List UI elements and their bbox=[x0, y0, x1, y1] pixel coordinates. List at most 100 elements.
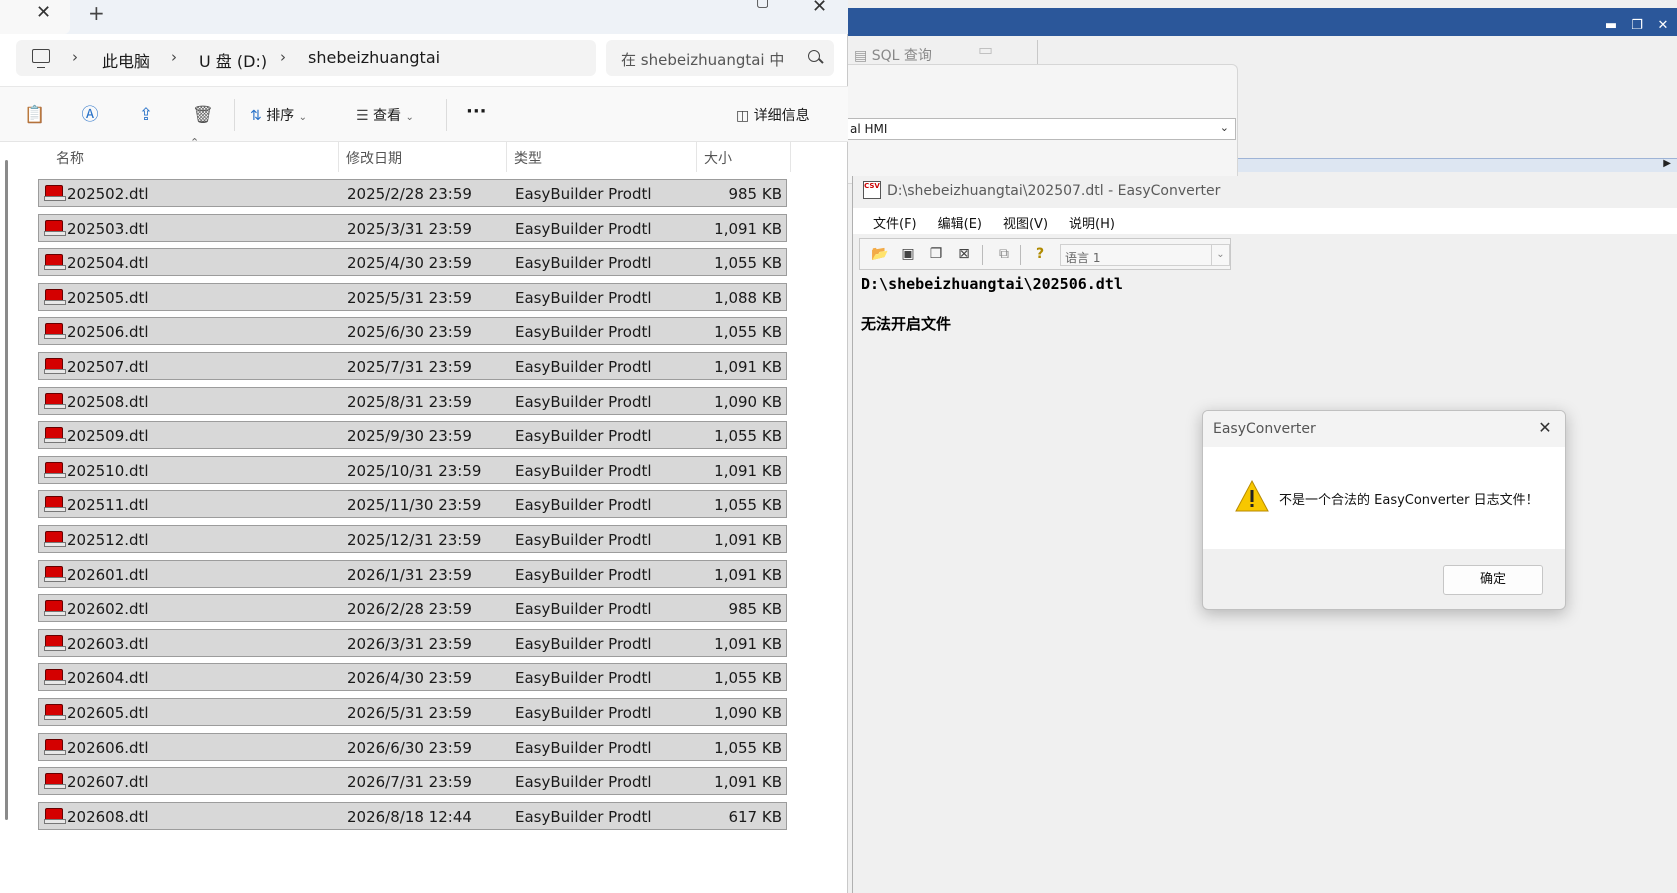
window-close-icon[interactable]: ✕ bbox=[812, 0, 827, 17]
file-type: EasyBuilder Prodtl bbox=[515, 427, 652, 446]
ok-button[interactable]: 确定 bbox=[1443, 565, 1543, 595]
file-row[interactable]: 202606.dtl 2026/6/30 23:59 EasyBuilder Pro… bbox=[38, 732, 787, 761]
view-button[interactable]: ☰ 查看 ⌄ bbox=[356, 105, 414, 125]
menu-file[interactable]: 文件(F) bbox=[873, 208, 926, 234]
file-row[interactable]: 202507.dtl 2025/7/31 23:59 EasyBuilder Pro… bbox=[38, 351, 787, 380]
file-name: 202511.dtl bbox=[67, 496, 149, 515]
file-date: 2025/5/31 23:59 bbox=[347, 288, 472, 307]
help-icon[interactable]: ? bbox=[1030, 244, 1050, 264]
file-size: 1,055 KB bbox=[714, 427, 782, 446]
column-separator[interactable] bbox=[338, 142, 339, 172]
menu-view[interactable]: 视图(V) bbox=[1003, 208, 1057, 234]
column-type[interactable]: 类型 bbox=[514, 148, 542, 168]
dtl-file-icon bbox=[44, 185, 66, 201]
file-name: 202504.dtl bbox=[67, 254, 149, 273]
paste-icon[interactable]: 📋 bbox=[24, 105, 45, 125]
column-separator[interactable] bbox=[696, 142, 697, 172]
background-strip: ▶ bbox=[1238, 158, 1677, 172]
tab-sql-query-label: SQL 查询 bbox=[871, 48, 932, 64]
column-size[interactable]: 大小 bbox=[704, 148, 732, 168]
file-row[interactable]: 202602.dtl 2026/2/28 23:59 EasyBuilder Pro… bbox=[38, 594, 787, 623]
file-row[interactable]: 202511.dtl 2025/11/30 23:59 EasyBuilder Pr… bbox=[38, 490, 787, 519]
breadcrumb-folder[interactable]: shebeizhuangtai bbox=[308, 48, 440, 67]
file-row[interactable]: 202608.dtl 2026/8/18 12:44 EasyBuilder Pro… bbox=[38, 801, 787, 830]
search-input[interactable]: 在 shebeizhuangtai 中 bbox=[606, 40, 834, 76]
file-row[interactable]: 202505.dtl 2025/5/31 23:59 EasyBuilder Pro… bbox=[38, 282, 787, 311]
file-date: 2026/7/31 23:59 bbox=[347, 773, 472, 792]
file-size: 1,090 KB bbox=[714, 392, 782, 411]
more-options-button[interactable]: ··· bbox=[466, 101, 487, 122]
file-row[interactable]: 202605.dtl 2026/5/31 23:59 EasyBuilder Pro… bbox=[38, 697, 787, 726]
file-size: 1,091 KB bbox=[714, 634, 782, 653]
file-size: 985 KB bbox=[728, 185, 782, 203]
background-app-titlebar: ▬ ❐ ✕ bbox=[848, 8, 1677, 36]
window-title: D:\shebeizhuangtai\202507.dtl - EasyConv… bbox=[887, 183, 1221, 199]
file-row[interactable]: 202607.dtl 2026/7/31 23:59 EasyBuilder Pro… bbox=[38, 767, 787, 796]
dtl-file-icon bbox=[44, 634, 66, 651]
address-bar[interactable]: › 此电脑 › U 盘 (D:) › shebeizhuangtai bbox=[16, 40, 596, 76]
menu-help[interactable]: 说明(H) bbox=[1069, 208, 1124, 234]
save-icon[interactable]: ▣ bbox=[898, 244, 918, 264]
file-type: EasyBuilder Prodtl bbox=[515, 703, 652, 722]
hmi-model-select[interactable]: al HMI ⌄ bbox=[848, 118, 1236, 140]
file-row[interactable]: 202512.dtl 2025/12/31 23:59 EasyBuilder Pr… bbox=[38, 524, 787, 553]
file-row[interactable]: 202508.dtl 2025/8/31 23:59 EasyBuilder Pro… bbox=[38, 386, 787, 415]
column-date[interactable]: 修改日期 bbox=[346, 148, 402, 168]
excel-icon[interactable]: ⊠ bbox=[954, 244, 974, 264]
file-type: EasyBuilder Prodtl bbox=[515, 461, 652, 480]
file-name: 202607.dtl bbox=[67, 773, 149, 792]
breadcrumb-this-pc[interactable]: 此电脑 bbox=[102, 48, 150, 72]
file-size: 1,055 KB bbox=[714, 496, 782, 515]
close-button[interactable]: ✕ bbox=[1655, 18, 1671, 33]
column-separator[interactable] bbox=[506, 142, 507, 172]
file-row[interactable]: 202502.dtl 2025/2/28 23:59 EasyBuilder Pro… bbox=[38, 179, 787, 207]
dtl-file-icon bbox=[44, 219, 66, 236]
sort-icon: ⇅ bbox=[250, 108, 262, 124]
restore-button[interactable]: ❐ bbox=[1629, 18, 1645, 33]
file-row[interactable]: 202506.dtl 2025/6/30 23:59 EasyBuilder Pro… bbox=[38, 317, 787, 346]
file-path-text: D:\shebeizhuangtai\202506.dtl bbox=[861, 275, 1123, 293]
file-row[interactable]: 202603.dtl 2026/3/31 23:59 EasyBuilder Pro… bbox=[38, 628, 787, 657]
dtl-file-icon bbox=[44, 427, 66, 444]
copy-pages-icon[interactable]: ⧉ bbox=[994, 244, 1014, 264]
close-tab-icon[interactable]: ✕ bbox=[36, 2, 51, 23]
new-tab-button[interactable]: + bbox=[88, 1, 105, 25]
dialog-close-button[interactable]: ✕ bbox=[1535, 418, 1555, 438]
rename-icon[interactable]: Ⓐ bbox=[80, 105, 100, 125]
file-row[interactable]: 202509.dtl 2025/9/30 23:59 EasyBuilder Pro… bbox=[38, 421, 787, 450]
file-name: 202507.dtl bbox=[67, 357, 149, 376]
easyconverter-titlebar: CSV D:\shebeizhuangtai\202507.dtl - Easy… bbox=[853, 176, 1677, 206]
file-date: 2025/12/31 23:59 bbox=[347, 530, 482, 549]
file-name: 202606.dtl bbox=[67, 738, 149, 757]
file-row[interactable]: 202601.dtl 2026/1/31 23:59 EasyBuilder Pro… bbox=[38, 559, 787, 588]
folder-icon[interactable]: ▭ bbox=[978, 40, 1038, 64]
scroll-right-arrow-icon[interactable]: ▶ bbox=[1663, 158, 1671, 169]
vertical-scrollbar[interactable] bbox=[5, 160, 8, 820]
file-date: 2025/11/30 23:59 bbox=[347, 496, 482, 515]
explorer-tab[interactable]: ✕ bbox=[0, 0, 70, 34]
file-row[interactable]: 202604.dtl 2026/4/30 23:59 EasyBuilder Pro… bbox=[38, 663, 787, 692]
minimize-button[interactable]: ▬ bbox=[1603, 18, 1619, 33]
file-row[interactable]: 202504.dtl 2025/4/30 23:59 EasyBuilder Pro… bbox=[38, 248, 787, 277]
delete-icon[interactable]: 🗑 bbox=[192, 105, 214, 125]
column-separator[interactable] bbox=[790, 142, 791, 172]
details-pane-button[interactable]: ◫ 详细信息 bbox=[736, 105, 810, 125]
share-icon[interactable]: ⇪ bbox=[136, 105, 156, 125]
file-date: 2025/7/31 23:59 bbox=[347, 357, 472, 376]
easyconverter-menubar: 文件(F) 编辑(E) 视图(V) 说明(H) bbox=[853, 208, 1677, 234]
menu-edit[interactable]: 编辑(E) bbox=[938, 208, 991, 234]
file-name: 202608.dtl bbox=[67, 807, 149, 826]
breadcrumb-usb-drive[interactable]: U 盘 (D:) bbox=[199, 48, 267, 72]
csv-app-icon: CSV bbox=[863, 181, 881, 199]
file-row[interactable]: 202503.dtl 2025/3/31 23:59 EasyBuilder Pro… bbox=[38, 213, 787, 242]
copy-icon[interactable]: ❐ bbox=[926, 244, 946, 264]
sort-button[interactable]: ⇅ 排序 ⌄ bbox=[250, 105, 307, 125]
file-type: EasyBuilder Prodtl bbox=[515, 669, 652, 688]
error-dialog: EasyConverter ✕ 不是一个合法的 EasyConverter 日志… bbox=[1202, 410, 1566, 610]
column-name[interactable]: 名称 bbox=[56, 148, 84, 168]
toolbar-divider bbox=[234, 99, 235, 131]
maximize-icon[interactable]: ▢ bbox=[756, 0, 769, 10]
language-select[interactable]: 语言 1 ⌄ bbox=[1060, 244, 1230, 266]
file-row[interactable]: 202510.dtl 2025/10/31 23:59 EasyBuilder Pr… bbox=[38, 455, 787, 484]
open-folder-icon[interactable]: 📂 bbox=[870, 244, 890, 264]
